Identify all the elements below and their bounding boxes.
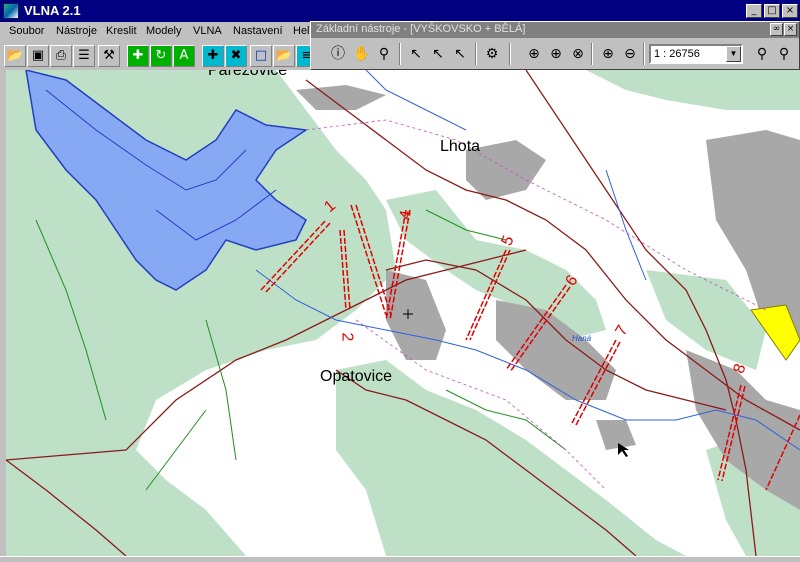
pan-hand-icon[interactable]: ✋: [351, 43, 373, 65]
chevron-down-icon[interactable]: ▼: [726, 46, 741, 62]
search-icon[interactable]: ⚲: [373, 43, 395, 65]
delete-profile-icon[interactable]: ✖: [225, 45, 247, 67]
tools-window-title: Základní nástroje - [VYŠKOVSKO + BĚLÁ]: [316, 23, 526, 35]
print-icon[interactable]: ⎙: [50, 45, 72, 67]
scale-value: 1 : 26756: [654, 48, 700, 60]
close-button[interactable]: ×: [782, 4, 798, 18]
tools-toolbar: ⓘ ✋ ⚲ ↖ ↖ ↖ ⚙ ⊕ ⊕ ⊗ ⊕ ⊖ 1 : 26756 ▼ ⚲ ⚲: [311, 40, 799, 68]
zoom-in-icon[interactable]: ⊕: [597, 43, 619, 65]
status-bar: [0, 556, 800, 562]
menu-nastaveni[interactable]: Nastavení: [233, 25, 283, 37]
select-arrow-icon[interactable]: ↖: [405, 43, 427, 65]
info-icon[interactable]: ⓘ: [327, 43, 349, 65]
select-plus-icon[interactable]: ↖: [427, 43, 449, 65]
menu-vlna[interactable]: VLNA: [193, 25, 222, 37]
scale-select[interactable]: 1 : 26756 ▼: [649, 44, 743, 64]
menu-kreslit[interactable]: Kreslit: [106, 25, 137, 37]
map-canvas[interactable]: [6, 70, 800, 556]
new-document-icon[interactable]: □: [250, 45, 272, 67]
place-label-parezovice: Parezovice: [208, 70, 288, 79]
app-icon[interactable]: [3, 3, 19, 19]
window-controls: _ □ ×: [746, 4, 798, 18]
refresh-icon[interactable]: ↻: [150, 45, 172, 67]
river-label: Haná: [572, 334, 592, 343]
zoom-reset-icon[interactable]: ⚲: [773, 43, 795, 65]
app-title: VLNA 2.1: [24, 3, 81, 18]
menu-soubor[interactable]: Soubor: [9, 25, 44, 37]
layers-icon[interactable]: ☰: [73, 45, 95, 67]
place-label-lhota: Lhota: [440, 138, 481, 155]
add-profile-icon[interactable]: ✚: [202, 45, 224, 67]
open-folder-icon[interactable]: 📂: [4, 45, 26, 67]
menu-modely[interactable]: Modely: [146, 25, 181, 37]
place-label-opatovice: Opatovice: [320, 368, 393, 385]
menu-nastroje[interactable]: Nástroje: [56, 25, 97, 37]
section-label-2: 2: [338, 332, 356, 342]
add-node-icon[interactable]: ✚: [127, 45, 149, 67]
tools-close-button[interactable]: ×: [784, 23, 797, 36]
map-view[interactable]: Parezovice Lhota Opatovice Haná 1 2 4 5 …: [6, 70, 800, 556]
measure-icon[interactable]: ⚙: [481, 43, 503, 65]
select-minus-icon[interactable]: ↖: [449, 43, 471, 65]
tools-window-titlebar[interactable]: Základní nástroje - [VYŠKOVSKO + BĚLÁ] ∞…: [311, 22, 799, 38]
zoom-previous-icon[interactable]: ⊗: [567, 43, 589, 65]
pin-button[interactable]: ∞: [770, 23, 783, 36]
zoom-scale-icon[interactable]: ⚲: [751, 43, 773, 65]
maximize-button[interactable]: □: [764, 4, 780, 18]
menu-help[interactable]: Hel: [293, 25, 310, 37]
zoom-window-icon[interactable]: ⊕: [523, 43, 545, 65]
minimize-button[interactable]: _: [746, 4, 762, 18]
tools-window: Základní nástroje - [VYŠKOVSKO + BĚLÁ] ∞…: [310, 21, 800, 70]
save-icon[interactable]: ▣: [27, 45, 49, 67]
open-file-icon[interactable]: 📂: [273, 45, 295, 67]
label-icon[interactable]: A: [173, 45, 195, 67]
zoom-extent-icon[interactable]: ⊕: [545, 43, 567, 65]
tools-icon[interactable]: ⚒: [98, 45, 120, 67]
app-titlebar: VLNA 2.1 _ □ ×: [0, 0, 800, 22]
main-toolbar: 📂 ▣ ⎙ ☰ ⚒ ✚ ↻ A ✚ ✖ □ 📂 ≡: [0, 42, 318, 70]
zoom-out-icon[interactable]: ⊖: [619, 43, 641, 65]
